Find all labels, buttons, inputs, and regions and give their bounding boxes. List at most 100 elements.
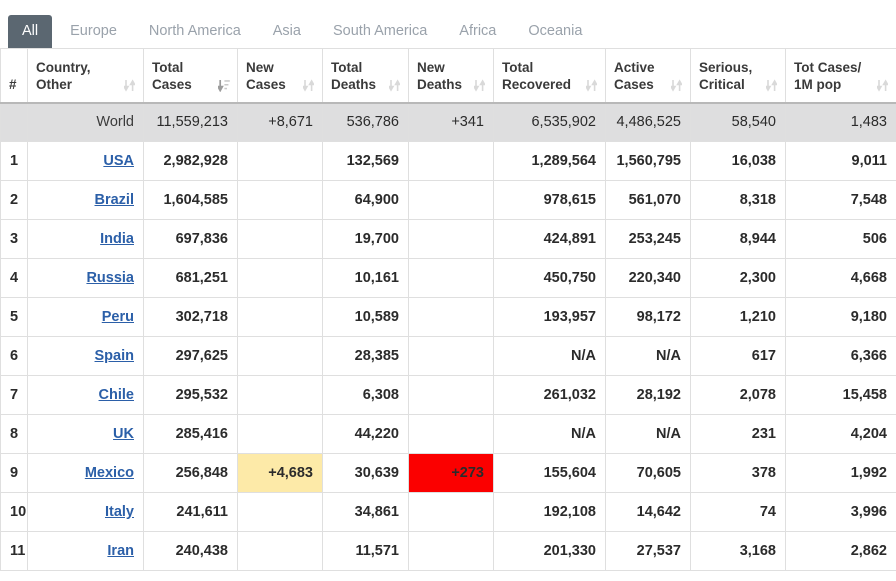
cell-active_cases: 253,245 [605, 219, 691, 259]
header-line-1: Country, [36, 59, 91, 75]
cell-total_deaths: 28,385 [322, 336, 409, 376]
cell-total_cases: 2,982,928 [143, 141, 238, 181]
country-link[interactable]: USA [103, 153, 134, 169]
cell-serious_critical: 16,038 [690, 141, 786, 181]
header-text: New Deaths [417, 59, 462, 93]
column-header-tot_cases_1m[interactable]: Tot Cases/1M pop [785, 48, 896, 104]
country-link[interactable]: Iran [107, 543, 134, 559]
cell-total_deaths: 19,700 [322, 219, 409, 259]
sort-toggle-icon[interactable] [671, 78, 682, 92]
cell-serious_critical: 231 [690, 414, 786, 454]
header-text: Active Cases [614, 59, 655, 93]
cell-serious_critical: 58,540 [690, 102, 786, 142]
cell-new_cases: +4,683 [237, 453, 323, 493]
table-row: 5 Peru 302,718 10,589 193,957 98,172 1,210 9,18… [0, 297, 896, 337]
country-link[interactable]: Russia [86, 270, 134, 286]
tab-all[interactable]: All [8, 15, 53, 48]
header-line-2: Recovered [502, 76, 572, 92]
cell-new_cases [237, 219, 323, 259]
header-line-1: # [9, 76, 17, 92]
cell-total_deaths: 30,639 [322, 453, 409, 493]
column-header-serious_critical[interactable]: Serious, Critical [690, 48, 786, 104]
country-link[interactable]: Spain [95, 348, 134, 364]
cell-total_deaths: 64,900 [322, 180, 409, 220]
header-line-1: Total [331, 59, 363, 75]
cell-new_cases [237, 375, 323, 415]
cell-new_deaths [408, 297, 494, 337]
cell-num: 8 [0, 414, 28, 454]
cell-total_cases: 295,532 [143, 375, 238, 415]
cell-active_cases: 28,192 [605, 375, 691, 415]
sort-toggle-icon[interactable] [389, 78, 400, 92]
cell-active_cases: 4,486,525 [605, 102, 691, 142]
table-row: 8 UK 285,416 44,220 N/A N/A 231 4,204 [0, 414, 896, 454]
header-line-2: Deaths [331, 76, 377, 92]
cell-active_cases: N/A [605, 336, 691, 376]
cell-active_cases: 561,070 [605, 180, 691, 220]
country-link[interactable]: Peru [102, 309, 134, 325]
cell-serious_critical: 2,300 [690, 258, 786, 298]
sort-toggle-icon[interactable] [877, 78, 888, 92]
cell-new_deaths [408, 180, 494, 220]
cell-serious_critical: 8,944 [690, 219, 786, 259]
country-link[interactable]: UK [113, 426, 134, 442]
column-header-num[interactable]: # [0, 48, 28, 104]
column-header-new_deaths[interactable]: New Deaths [408, 48, 494, 104]
cell-num: 1 [0, 141, 28, 181]
cell-total_recovered: 6,535,902 [493, 102, 606, 142]
country-link[interactable]: Chile [99, 387, 134, 403]
cell-tot_cases_1m: 7,548 [785, 180, 896, 220]
column-header-total_cases[interactable]: Total Cases [143, 48, 238, 104]
cell-new_cases [237, 180, 323, 220]
header-text: Total Recovered [502, 59, 571, 93]
column-header-active_cases[interactable]: Active Cases [605, 48, 691, 104]
cell-total_cases: 302,718 [143, 297, 238, 337]
tab-africa[interactable]: Africa [445, 15, 510, 48]
sort-toggle-icon[interactable] [586, 78, 597, 92]
cell-num: 10 [0, 492, 28, 532]
cell-tot_cases_1m: 506 [785, 219, 896, 259]
column-header-country[interactable]: Country, Other [27, 48, 144, 104]
column-header-total_deaths[interactable]: Total Deaths [322, 48, 409, 104]
header-line-2: Other [36, 76, 73, 92]
cell-serious_critical: 8,318 [690, 180, 786, 220]
cell-total_deaths: 10,589 [322, 297, 409, 337]
country-link[interactable]: Brazil [95, 192, 135, 208]
tab-north-america[interactable]: North America [135, 15, 255, 48]
cell-total_deaths: 44,220 [322, 414, 409, 454]
cell-total_recovered: N/A [493, 336, 606, 376]
country-link[interactable]: Italy [105, 504, 134, 520]
country-link[interactable]: Mexico [85, 465, 134, 481]
sort-toggle-icon[interactable] [474, 78, 485, 92]
cell-new_cases [237, 414, 323, 454]
cell-new_cases [237, 531, 323, 571]
header-line-1: Total [152, 59, 184, 75]
cell-active_cases: 14,642 [605, 492, 691, 532]
header-text: Country, Other [36, 59, 91, 93]
cell-total_cases: 11,559,213 [143, 102, 238, 142]
cell-total_recovered: 201,330 [493, 531, 606, 571]
header-line-1: New [417, 59, 445, 75]
sort-toggle-icon[interactable] [124, 78, 135, 92]
cell-active_cases: 220,340 [605, 258, 691, 298]
cell-country: Brazil [27, 180, 144, 220]
cell-active_cases: N/A [605, 414, 691, 454]
cell-total_cases: 285,416 [143, 414, 238, 454]
country-link[interactable]: India [100, 231, 134, 247]
sort-toggle-icon[interactable] [303, 78, 314, 92]
cell-tot_cases_1m: 9,180 [785, 297, 896, 337]
tab-oceania[interactable]: Oceania [514, 15, 596, 48]
tab-asia[interactable]: Asia [259, 15, 315, 48]
header-text: Total Cases [152, 59, 192, 93]
cell-total_recovered: 1,289,564 [493, 141, 606, 181]
cell-total_recovered: 192,108 [493, 492, 606, 532]
tab-south-america[interactable]: South America [319, 15, 441, 48]
cell-tot_cases_1m: 15,458 [785, 375, 896, 415]
table-row: 2 Brazil 1,604,585 64,900 978,615 561,070 8,31… [0, 180, 896, 220]
column-header-total_recovered[interactable]: Total Recovered [493, 48, 606, 104]
cell-country: Peru [27, 297, 144, 337]
sort-toggle-icon[interactable] [766, 78, 777, 92]
column-header-new_cases[interactable]: New Cases [237, 48, 323, 104]
tab-europe[interactable]: Europe [56, 15, 131, 48]
sort-descending-icon[interactable] [218, 79, 230, 92]
